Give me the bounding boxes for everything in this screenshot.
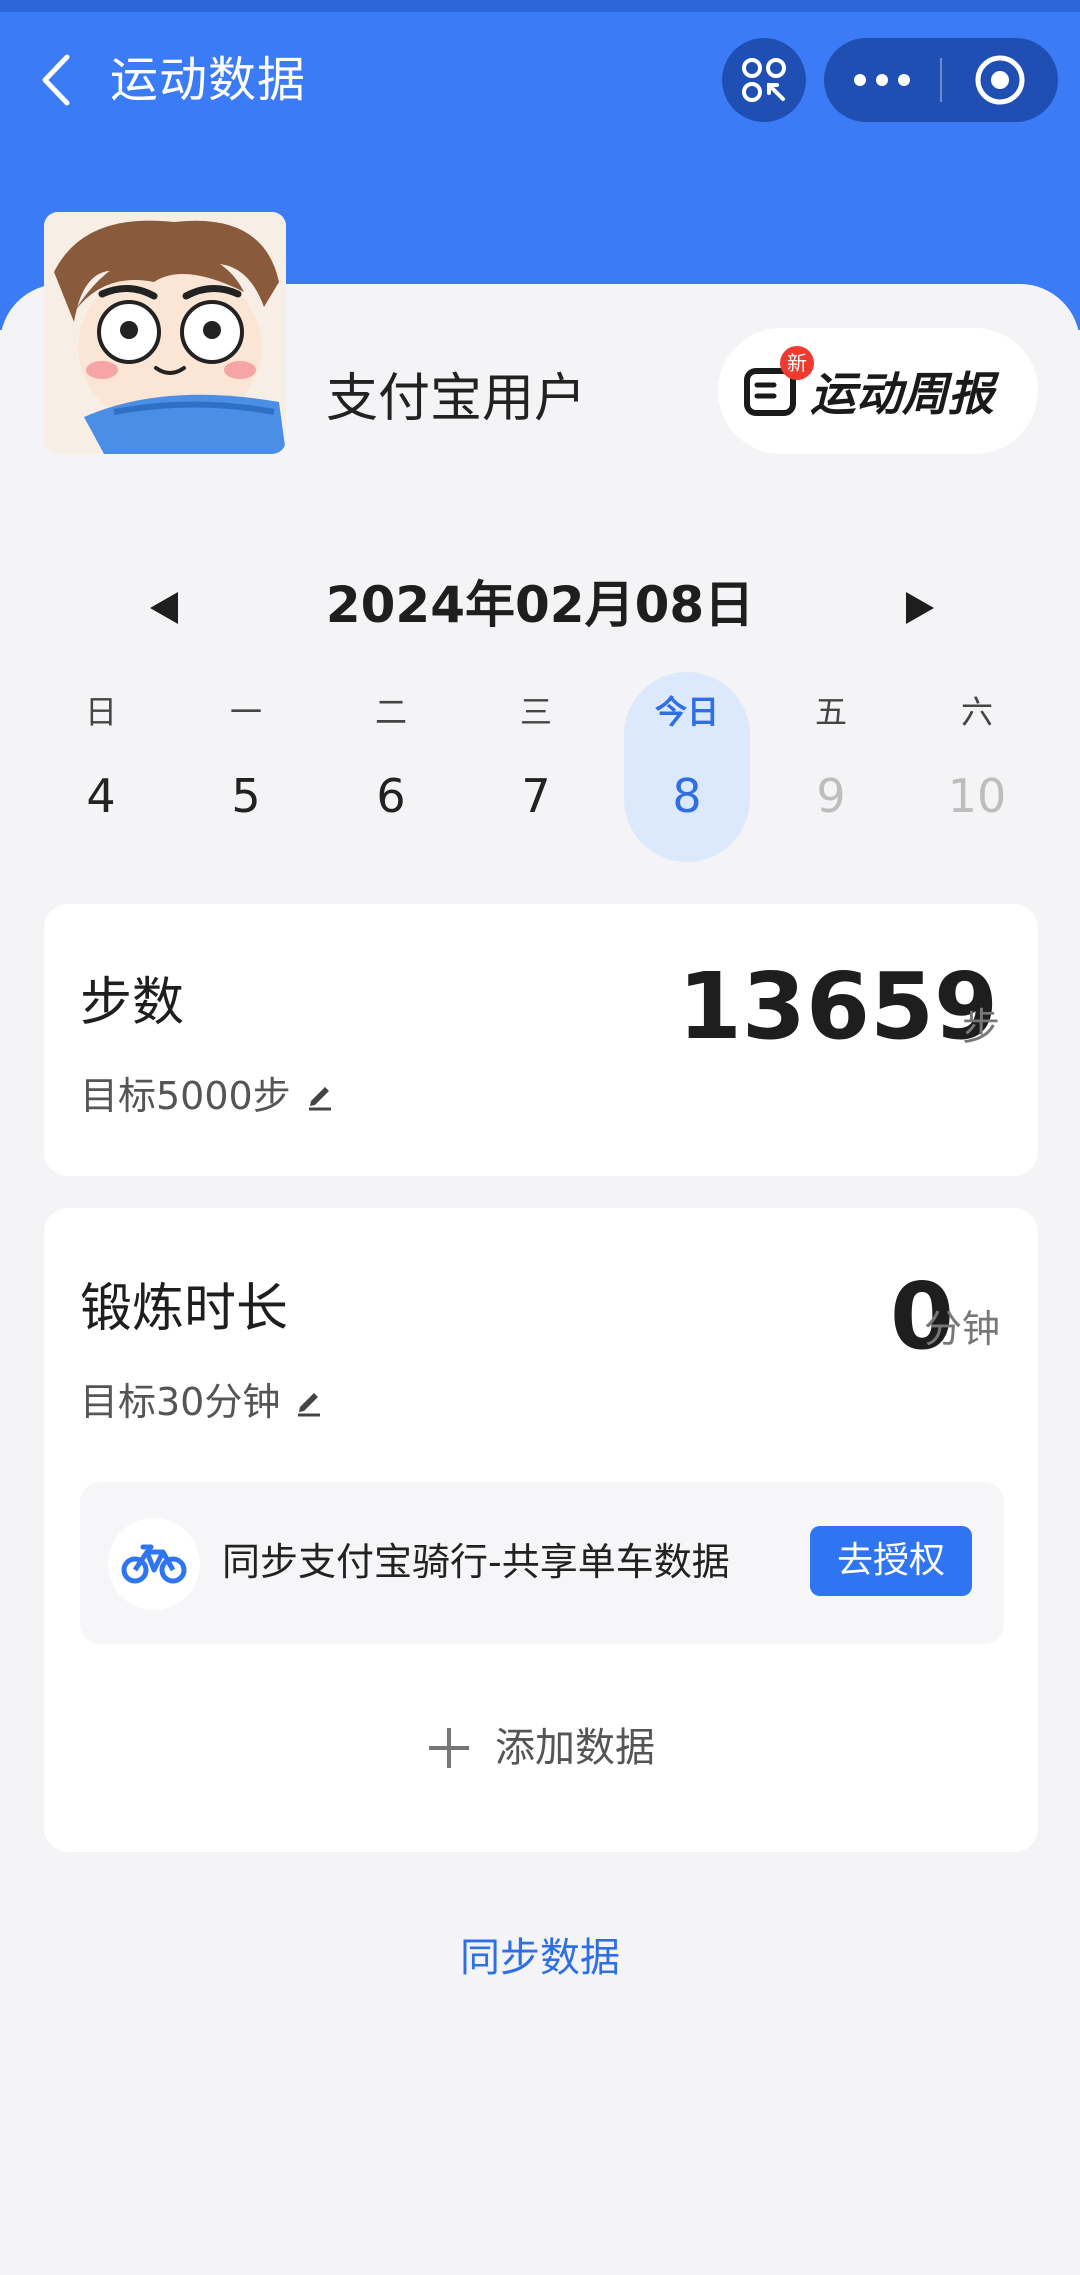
more-dots-icon — [854, 74, 910, 86]
prev-day-button[interactable] — [136, 580, 192, 636]
scan-button[interactable] — [722, 38, 806, 122]
status-bar — [0, 0, 1080, 12]
weekday-label: 今日 — [654, 693, 719, 731]
username: 支付宝用户 — [326, 369, 587, 429]
chevron-left-icon — [42, 54, 70, 106]
weekday-label: 六 — [960, 693, 993, 731]
day-number: 8 — [672, 769, 702, 823]
day-fri: 五 9 — [768, 672, 894, 862]
scan-icon — [742, 58, 786, 102]
weekday-label: 三 — [519, 693, 552, 731]
weekday-label: 五 — [814, 693, 847, 731]
exercise-title: 锻炼时长 — [80, 1279, 289, 1339]
exercise-goal-text: 目标30分钟 — [80, 1380, 281, 1424]
steps-card: 步数 13659 步 目标5000步 — [44, 904, 1038, 1176]
day-number: 4 — [86, 769, 116, 823]
close-miniapp-button[interactable] — [942, 38, 1058, 122]
steps-goal[interactable]: 目标5000步 — [80, 1070, 335, 1122]
day-sun[interactable]: 日 4 — [38, 672, 164, 862]
week-selector: 日 4 一 5 二 6 三 7 今日 8 五 9 六 10 — [32, 672, 1048, 862]
bike-icon-holder — [108, 1518, 200, 1610]
date-navigation: 2024年02月08日 — [0, 560, 1080, 650]
add-data-button[interactable]: 添加数据 — [44, 1712, 1038, 1784]
page-title: 运动数据 — [110, 52, 307, 108]
steps-goal-text: 目标5000步 — [80, 1074, 291, 1118]
day-mon[interactable]: 一 5 — [183, 672, 309, 862]
plus-icon — [429, 1728, 469, 1768]
triangle-left-icon — [150, 592, 178, 624]
weekday-label: 日 — [84, 693, 117, 731]
bike-sync-item: 同步支付宝骑行-共享单车数据 去授权 — [80, 1482, 1004, 1644]
steps-value: 13659 — [634, 952, 998, 1062]
pencil-icon — [308, 1087, 331, 1111]
back-button[interactable] — [28, 44, 84, 116]
weekly-report-button[interactable]: 新 运动周报 — [718, 328, 1038, 454]
weekday-label: 二 — [374, 693, 407, 731]
sport-data-page: 运动数据 支付宝用户 新 运动周报 2024年02月08日 日 4 一 5 二 … — [0, 0, 1080, 2275]
pencil-icon — [298, 1393, 321, 1417]
bike-sync-text: 同步支付宝骑行-共享单车数据 — [222, 1540, 730, 1584]
exercise-goal[interactable]: 目标30分钟 — [80, 1376, 324, 1428]
exercise-unit: 分钟 — [924, 1307, 1001, 1351]
day-number: 10 — [947, 769, 1007, 823]
cartoon-avatar-icon — [44, 212, 286, 454]
sync-data-link[interactable]: 同步数据 — [0, 1928, 1080, 1988]
steps-value-number: 13659 — [677, 953, 998, 1060]
bicycle-icon — [121, 1544, 187, 1584]
day-sat: 六 10 — [914, 672, 1040, 862]
day-wed[interactable]: 三 7 — [473, 672, 599, 862]
avatar[interactable] — [44, 212, 286, 454]
add-data-label: 添加数据 — [495, 1725, 655, 1771]
day-number: 9 — [816, 769, 846, 823]
new-badge: 新 — [780, 346, 814, 380]
next-day-button[interactable] — [892, 580, 948, 636]
day-tue[interactable]: 二 6 — [328, 672, 454, 862]
exercise-card: 锻炼时长 0 分钟 目标30分钟 同步支付宝骑行-共享单车数据 去授权 添加数据 — [44, 1208, 1038, 1852]
day-number: 6 — [376, 769, 406, 823]
triangle-right-icon — [906, 592, 934, 624]
more-button[interactable] — [824, 38, 940, 122]
weekly-report-label: 运动周报 — [810, 367, 994, 421]
day-number: 7 — [521, 769, 551, 823]
authorize-button[interactable]: 去授权 — [810, 1526, 972, 1596]
current-date: 2024年02月08日 — [325, 576, 755, 634]
weekday-label: 一 — [229, 693, 262, 731]
steps-title: 步数 — [80, 973, 185, 1033]
capsule-menu — [824, 38, 1058, 122]
steps-unit: 步 — [962, 1005, 1001, 1049]
day-number: 5 — [231, 769, 261, 823]
day-today[interactable]: 今日 8 — [624, 672, 750, 862]
target-close-icon — [975, 55, 1025, 105]
